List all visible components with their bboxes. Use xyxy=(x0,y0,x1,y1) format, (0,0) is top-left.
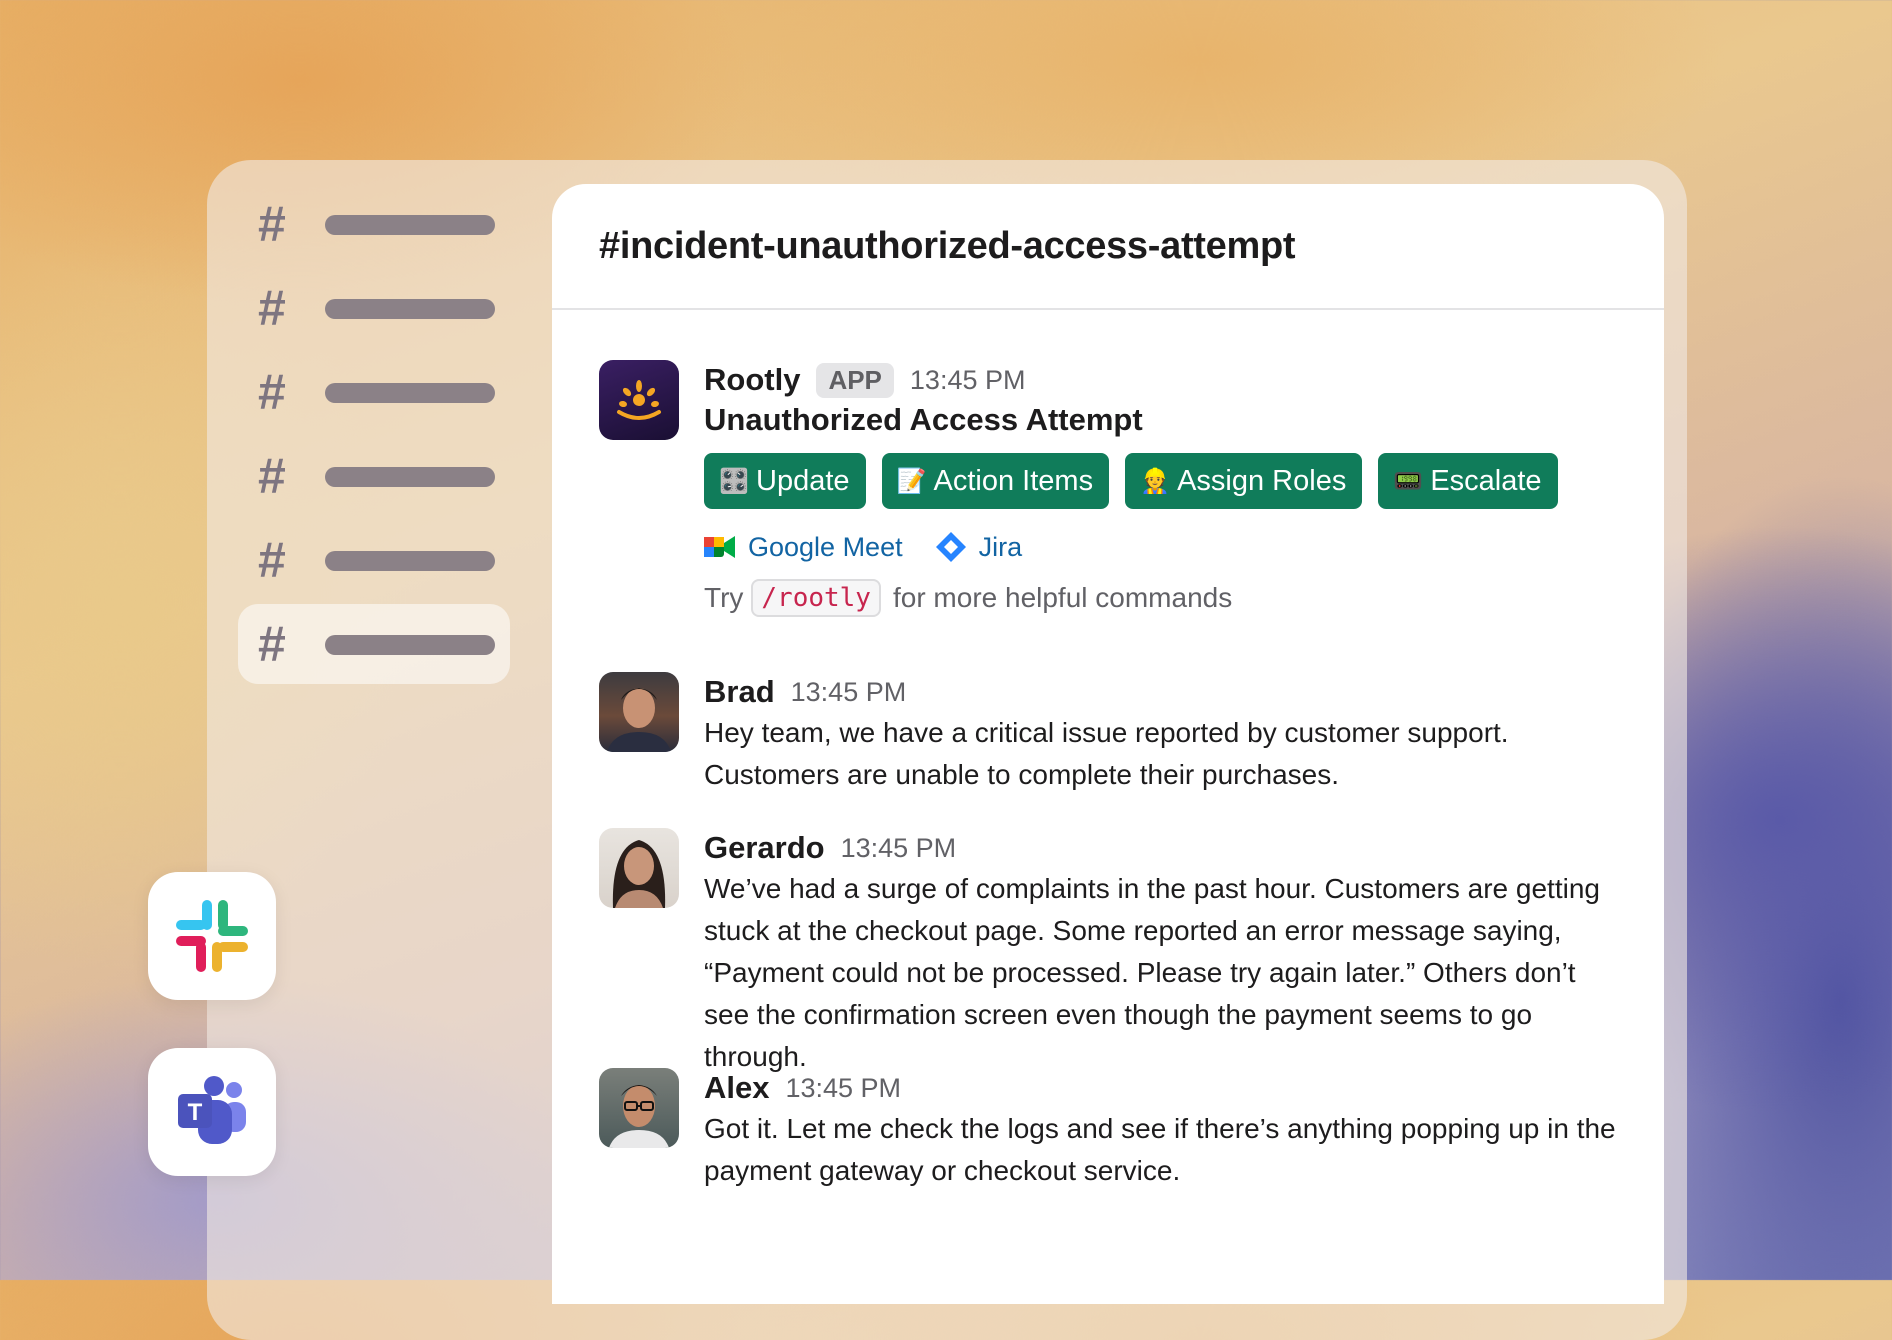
channel-item[interactable]: # xyxy=(238,268,510,348)
alex-avatar[interactable] xyxy=(599,1068,679,1148)
channel-item[interactable]: # xyxy=(238,436,510,516)
integration-links: Google Meet Jira xyxy=(704,531,1624,563)
message-header: Brad 13:45 PM xyxy=(704,672,1624,712)
memo-icon: 📝 xyxy=(896,467,927,495)
google-meet-icon xyxy=(704,536,735,558)
teams-app-icon[interactable]: T xyxy=(148,1048,276,1176)
channel-name-placeholder xyxy=(325,383,495,403)
hash-icon: # xyxy=(258,616,286,672)
person-avatar-icon xyxy=(612,840,666,908)
message-header: Gerardo 13:45 PM xyxy=(704,828,1624,868)
control-knobs-icon: 🎛️ xyxy=(719,467,749,495)
rootly-avatar[interactable] xyxy=(599,360,679,440)
channel-name-placeholder xyxy=(325,467,495,487)
slack-app-icon[interactable] xyxy=(148,872,276,1000)
hash-icon: # xyxy=(258,196,286,252)
message-body: Rootly APP 13:45 PM Unauthorized Access … xyxy=(704,360,1624,617)
author-name[interactable]: Gerardo xyxy=(704,830,825,866)
message-body: Brad 13:45 PM Hey team, we have a critic… xyxy=(704,672,1624,796)
brad-avatar[interactable] xyxy=(599,672,679,752)
assign-roles-button-label: Assign Roles xyxy=(1177,464,1347,497)
author-name[interactable]: Rootly xyxy=(704,362,800,398)
person-avatar-icon xyxy=(609,1085,669,1148)
app-badge: APP xyxy=(816,362,894,398)
update-button-label: Update xyxy=(756,464,850,497)
channel-name-placeholder xyxy=(325,299,495,319)
hash-icon: # xyxy=(258,364,286,420)
assign-roles-button[interactable]: 👷 Assign Roles xyxy=(1125,453,1363,509)
action-buttons: 🎛️ Update 📝 Action Items 👷 Assign Roles … xyxy=(704,453,1624,509)
channel-name-placeholder xyxy=(325,635,495,655)
construction-worker-icon: 👷 xyxy=(1140,467,1171,495)
author-name[interactable]: Brad xyxy=(704,674,775,710)
channel-header: #incident-unauthorized-access-attempt xyxy=(552,184,1664,310)
jira-icon xyxy=(935,532,966,562)
hash-icon: # xyxy=(258,532,286,588)
conversation-panel: #incident-unauthorized-access-attempt Ro… xyxy=(552,184,1664,1304)
incident-subject: Unauthorized Access Attempt xyxy=(704,402,1143,437)
hash-icon: # xyxy=(258,280,286,336)
gerardo-avatar[interactable] xyxy=(599,828,679,908)
channel-item[interactable]: # xyxy=(238,352,510,432)
message-text: We’ve had a surge of complaints in the p… xyxy=(704,873,1600,1072)
channel-item[interactable]: # xyxy=(238,184,510,264)
message-header: Alex 13:45 PM xyxy=(704,1068,1624,1108)
update-button[interactable]: 🎛️ Update xyxy=(704,453,866,509)
channel-name-placeholder xyxy=(325,551,495,571)
message-body: Gerardo 13:45 PM We’ve had a surge of co… xyxy=(704,828,1624,1078)
google-meet-label: Google Meet xyxy=(748,531,903,562)
google-meet-link[interactable]: Google Meet xyxy=(704,532,903,563)
channel-item[interactable]: # xyxy=(238,520,510,600)
timestamp[interactable]: 13:45 PM xyxy=(841,833,957,864)
hint-prefix: Try xyxy=(704,582,744,613)
jira-link[interactable]: Jira xyxy=(935,531,1023,563)
svg-text:T: T xyxy=(188,1099,203,1126)
timestamp[interactable]: 13:45 PM xyxy=(910,365,1026,396)
action-items-button-label: Action Items xyxy=(933,464,1094,497)
rootly-logo-icon xyxy=(617,380,661,420)
jira-label: Jira xyxy=(978,531,1023,562)
pager-icon: 📟 xyxy=(1393,467,1424,495)
action-items-button[interactable]: 📝 Action Items xyxy=(881,453,1110,509)
channel-title: #incident-unauthorized-access-attempt xyxy=(599,224,1296,267)
slash-command: /rootly xyxy=(751,579,881,617)
author-name[interactable]: Alex xyxy=(704,1070,769,1106)
message-header: Rootly APP 13:45 PM xyxy=(704,360,1624,400)
person-avatar-icon xyxy=(607,688,671,752)
message-text: Got it. Let me check the logs and see if… xyxy=(704,1113,1616,1186)
channel-item-active[interactable]: # xyxy=(238,604,510,684)
teams-logo-icon: T xyxy=(178,1076,246,1144)
timestamp[interactable]: 13:45 PM xyxy=(791,677,907,708)
timestamp[interactable]: 13:45 PM xyxy=(785,1073,901,1104)
message-text: Hey team, we have a critical issue repor… xyxy=(704,717,1509,790)
hint-suffix: for more helpful commands xyxy=(892,582,1233,613)
message-body: Alex 13:45 PM Got it. Let me check the l… xyxy=(704,1068,1624,1192)
escalate-button[interactable]: 📟 Escalate xyxy=(1378,453,1558,509)
escalate-button-label: Escalate xyxy=(1430,464,1542,497)
hash-icon: # xyxy=(258,448,286,504)
channel-name-placeholder xyxy=(325,215,495,235)
slack-logo-icon xyxy=(176,900,248,972)
command-hint: Try /rootly for more helpful commands xyxy=(704,579,1624,617)
